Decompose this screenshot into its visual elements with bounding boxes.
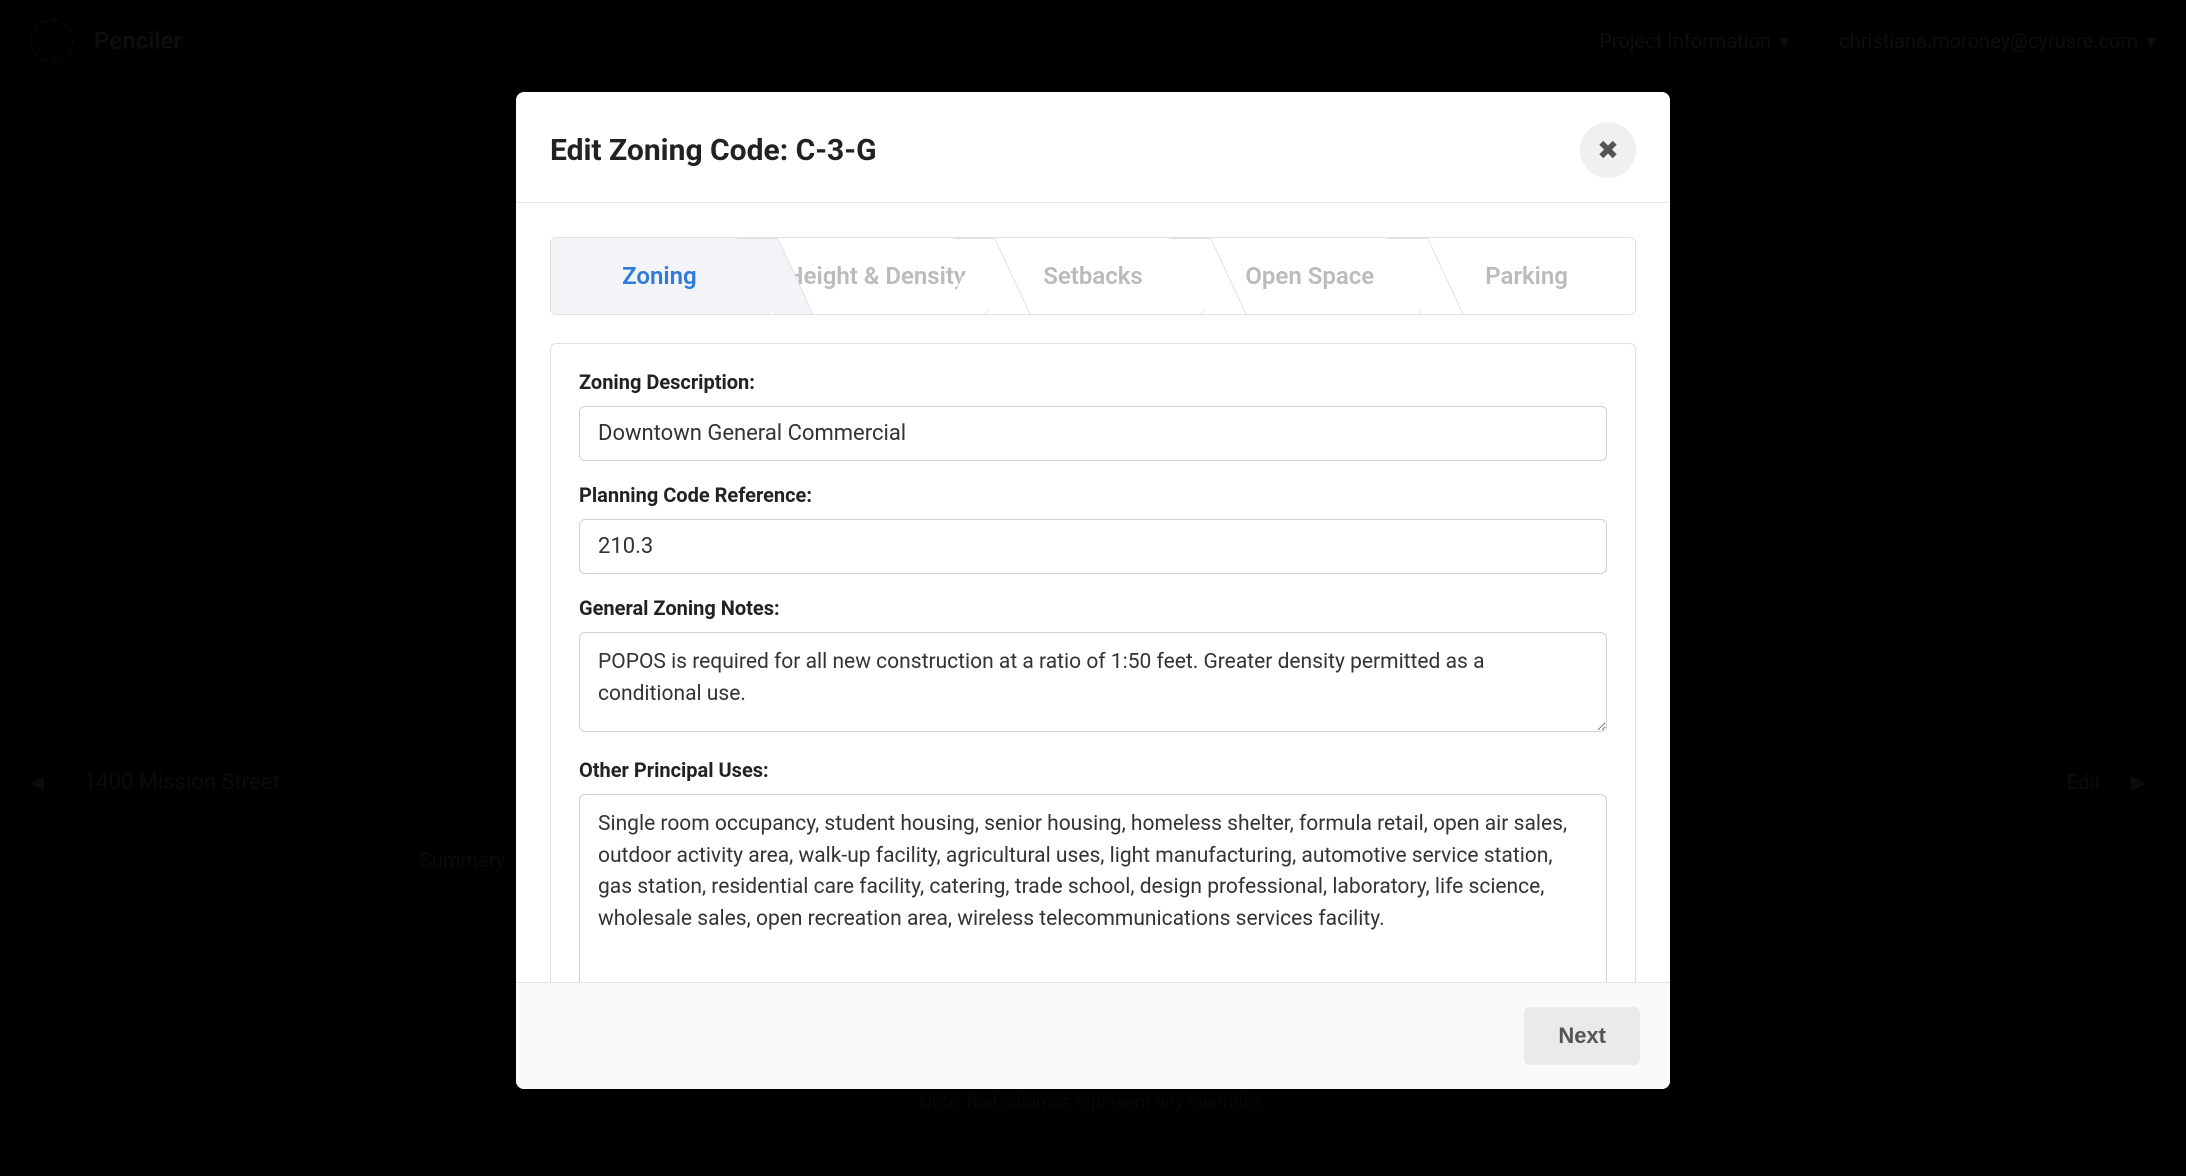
next-button[interactable]: Next <box>1524 1007 1640 1065</box>
close-icon: ✖ <box>1597 135 1619 166</box>
field-planning-code-reference: Planning Code Reference: <box>579 483 1607 574</box>
modal-header: Edit Zoning Code: C-3-G ✖ <box>516 92 1670 203</box>
field-zoning-description: Zoning Description: <box>579 370 1607 461</box>
zoning-description-label: Zoning Description: <box>579 370 1607 394</box>
other-principal-uses-textarea[interactable] <box>579 794 1607 982</box>
form-panel: Zoning Description: Planning Code Refere… <box>550 343 1636 982</box>
general-zoning-notes-label: General Zoning Notes: <box>579 596 1607 620</box>
tab-zoning[interactable]: Zoning <box>551 238 768 314</box>
zoning-description-input[interactable] <box>579 406 1607 461</box>
close-button[interactable]: ✖ <box>1580 122 1636 178</box>
field-general-zoning-notes: General Zoning Notes: <box>579 596 1607 736</box>
step-tabs: Zoning Height & Density Setbacks Open Sp… <box>550 237 1636 315</box>
modal-body: Zoning Height & Density Setbacks Open Sp… <box>516 203 1670 982</box>
other-principal-uses-label: Other Principal Uses: <box>579 758 1607 782</box>
planning-code-reference-input[interactable] <box>579 519 1607 574</box>
modal-title: Edit Zoning Code: C-3-G <box>550 133 877 168</box>
modal-footer: Next <box>516 982 1670 1089</box>
edit-zoning-modal: Edit Zoning Code: C-3-G ✖ Zoning Height … <box>516 92 1670 1089</box>
field-other-principal-uses: Other Principal Uses: <box>579 758 1607 982</box>
general-zoning-notes-textarea[interactable] <box>579 632 1607 732</box>
planning-code-reference-label: Planning Code Reference: <box>579 483 1607 507</box>
